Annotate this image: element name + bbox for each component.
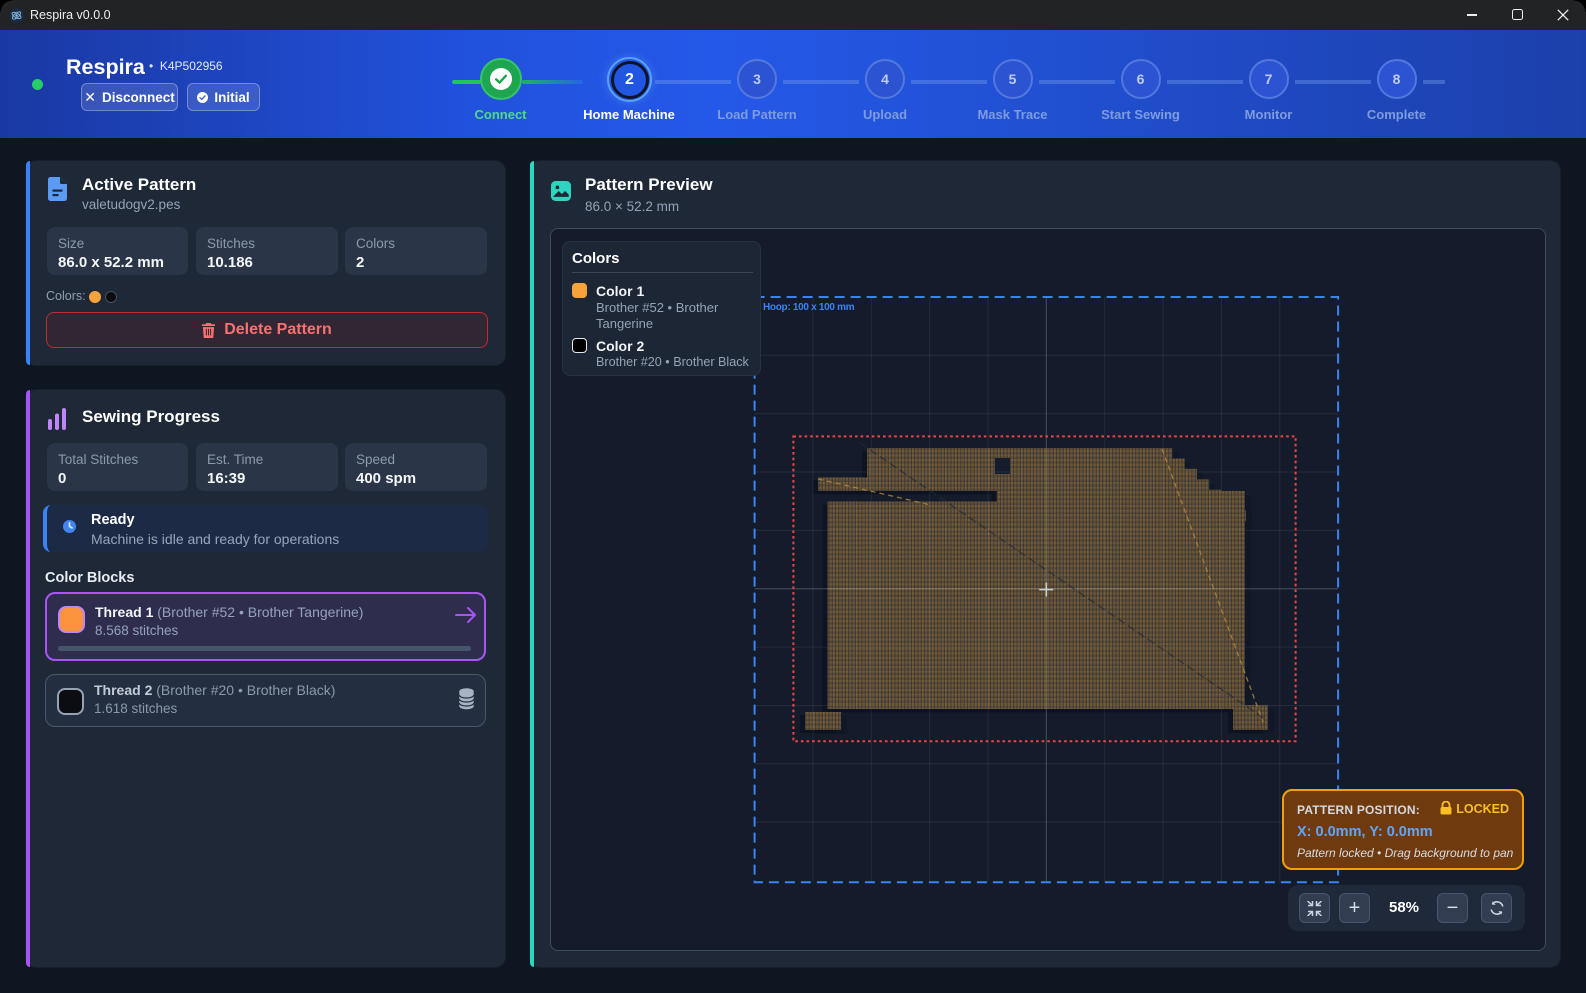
svg-text:Hoop: 100 x 100 mm: Hoop: 100 x 100 mm [763,302,855,313]
